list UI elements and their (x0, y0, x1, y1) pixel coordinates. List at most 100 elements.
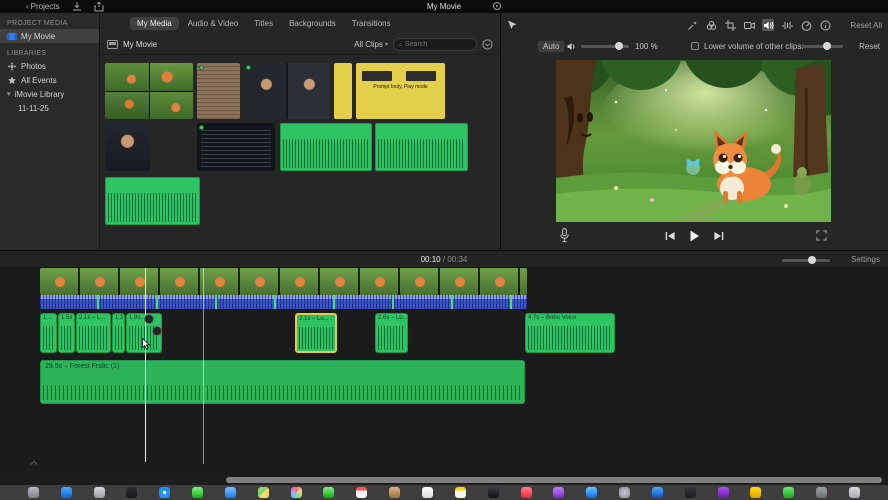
sidebar-item-all-events[interactable]: All Events (0, 73, 99, 87)
toolbar-extra-icon[interactable] (492, 1, 502, 11)
dock-app-icon[interactable] (290, 487, 302, 498)
clip-thumbnail-notes[interactable] (197, 63, 240, 119)
dock-app-icon[interactable] (27, 487, 39, 498)
skip-forward-button[interactable] (713, 231, 725, 241)
reset-all-button[interactable]: Reset All (850, 21, 882, 30)
dock-app-icon[interactable] (520, 487, 532, 498)
dock-trash-icon[interactable] (848, 487, 860, 498)
dock-app-icon[interactable] (356, 487, 368, 498)
clip-thumbnail-slide-small[interactable] (334, 63, 352, 119)
clip-hover-control[interactable] (144, 314, 154, 324)
attached-audio-track[interactable] (40, 295, 527, 309)
dock-app-icon[interactable] (816, 487, 828, 498)
browser-header: My Movie All Clips ▾ (100, 35, 500, 55)
tab-backgrounds[interactable]: Backgrounds (282, 17, 343, 30)
enhance-icon[interactable] (686, 19, 698, 31)
music-track-clip[interactable]: 29.5s – Forest Frolic (1) (40, 360, 525, 404)
dock-app-icon[interactable] (93, 487, 105, 498)
tab-titles[interactable]: Titles (247, 17, 280, 30)
dock-app-icon[interactable] (224, 487, 236, 498)
volume-slider[interactable] (581, 42, 629, 50)
share-icon[interactable] (94, 1, 104, 12)
clip-thumbnail-presenter-2[interactable] (105, 123, 150, 171)
sidebar-item-event[interactable]: 11-11-25 (0, 101, 99, 115)
audio-clip[interactable]: 1.2. (112, 313, 125, 353)
color-balance-icon[interactable] (705, 19, 717, 31)
audio-clip-thumbnail[interactable] (280, 123, 372, 171)
search-input[interactable] (405, 41, 471, 48)
import-media-icon[interactable] (72, 1, 82, 12)
preview-video[interactable] (556, 60, 831, 222)
microphone-icon[interactable] (559, 228, 570, 243)
search-box[interactable] (393, 38, 477, 51)
info-icon[interactable] (819, 19, 831, 31)
volume-icon[interactable] (762, 19, 774, 31)
dock-app-icon[interactable] (60, 487, 72, 498)
timeline-zoom-slider[interactable] (782, 256, 830, 264)
pointer-tool-icon[interactable] (507, 20, 517, 31)
chevron-up-icon[interactable] (30, 460, 38, 466)
clip-thumbnail-presenter[interactable] (244, 63, 330, 119)
projects-back-button[interactable]: ‹ Projects (26, 2, 60, 11)
dock-app-icon[interactable] (159, 487, 171, 498)
audio-clip[interactable]: 1... (40, 313, 57, 353)
search-icon (399, 43, 402, 46)
clip-thumbnail-fox[interactable] (105, 63, 193, 119)
sidebar-item-photos[interactable]: Photos (0, 59, 99, 73)
dock-app-icon[interactable] (421, 487, 433, 498)
sidebar-item-imovie-library[interactable]: ▾ iMovie Library (0, 87, 99, 101)
media-thumbnails: Prompt broly, Play mode (100, 55, 500, 250)
dock-app-icon[interactable] (750, 487, 762, 498)
auto-volume-button[interactable]: Auto (537, 40, 566, 53)
clip-thumbnail-screen[interactable] (197, 123, 275, 171)
dock-app-icon[interactable] (257, 487, 269, 498)
dock-app-icon[interactable] (684, 487, 696, 498)
crop-icon[interactable] (724, 19, 736, 31)
audio-clip-selected[interactable]: 2.1s – Lu... (295, 313, 337, 353)
audio-clip[interactable]: 1.5s .. (58, 313, 75, 353)
audio-clip[interactable]: 2.6s – Lu... (375, 313, 408, 353)
dock-app-icon[interactable] (192, 487, 204, 498)
audio-clip-thumbnail[interactable] (375, 123, 468, 171)
dock-app-icon[interactable] (717, 487, 729, 498)
skip-back-button[interactable] (664, 231, 676, 241)
transport-controls (501, 225, 888, 247)
media-tabs: My Media Audio & Video Titles Background… (100, 13, 500, 30)
reset-button[interactable]: Reset (859, 42, 880, 51)
ducking-slider[interactable] (801, 42, 843, 50)
disclosure-chevron-icon[interactable]: ▾ (7, 90, 11, 98)
timeline-header: 00:10 / 00:34 Settings (0, 250, 888, 268)
clip-thumbnail-slide[interactable]: Prompt broly, Play mode (356, 63, 445, 119)
dock-app-icon[interactable] (651, 487, 663, 498)
horizontal-scrollbar[interactable] (226, 477, 882, 483)
all-clips-filter[interactable]: All Clips ▾ (354, 40, 388, 49)
dock-app-icon[interactable] (389, 487, 401, 498)
sidebar-item-my-movie[interactable]: My Movie (0, 29, 99, 43)
stabilization-icon[interactable] (743, 19, 755, 31)
playhead[interactable] (145, 268, 146, 462)
dock-app-icon[interactable] (487, 487, 499, 498)
lower-volume-checkbox[interactable] (691, 42, 699, 50)
dock-app-icon[interactable] (553, 487, 565, 498)
settings-button[interactable]: Settings (851, 255, 880, 264)
dock-app-icon[interactable] (323, 487, 335, 498)
audio-clip[interactable]: 4.7s – Bobo Voice (525, 313, 615, 353)
clip-hover-control[interactable] (152, 326, 162, 336)
dock-app-icon[interactable] (586, 487, 598, 498)
tab-my-media[interactable]: My Media (130, 17, 179, 30)
browser-settings-icon[interactable] (482, 39, 493, 50)
tab-transitions[interactable]: Transitions (345, 17, 398, 30)
auto-label: Auto (543, 42, 560, 51)
noise-reduction-icon[interactable] (781, 19, 793, 31)
fullscreen-icon[interactable] (816, 230, 827, 241)
video-track-filmstrip[interactable] (40, 268, 527, 295)
dock-app-icon[interactable] (619, 487, 631, 498)
speed-icon[interactable] (800, 19, 812, 31)
audio-clip-thumbnail[interactable] (105, 177, 200, 225)
dock-app-icon[interactable] (783, 487, 795, 498)
audio-clip[interactable]: 2.1s – L... (76, 313, 111, 353)
dock-app-icon[interactable] (454, 487, 466, 498)
play-button[interactable] (689, 230, 700, 242)
tab-audio-video[interactable]: Audio & Video (181, 17, 246, 30)
dock-app-icon[interactable] (126, 487, 138, 498)
